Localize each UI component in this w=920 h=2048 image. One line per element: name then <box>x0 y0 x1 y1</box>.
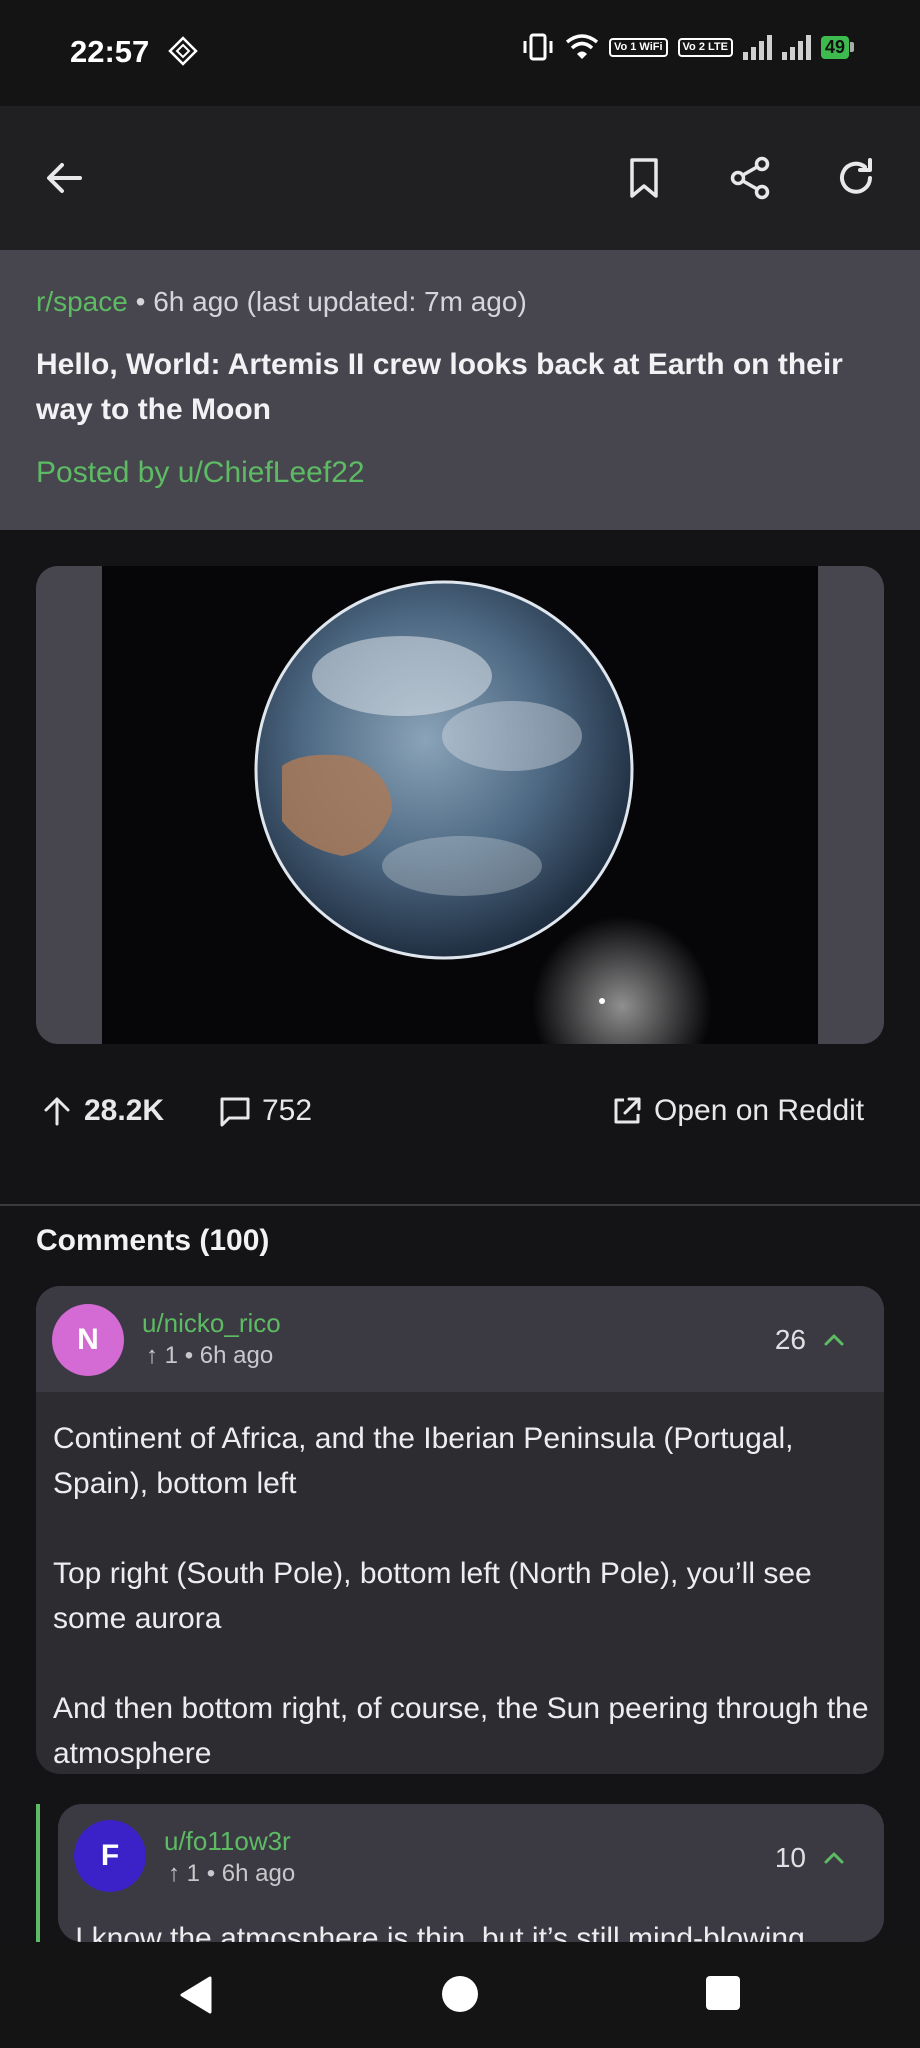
diamond-icon <box>168 36 198 66</box>
open-on-reddit-button[interactable]: Open on Reddit <box>610 1094 864 1128</box>
comment-meta: ↑ 1 • 6h ago <box>146 1342 274 1369</box>
collapse-chevron-icon[interactable] <box>822 1328 846 1352</box>
share-icon <box>730 156 770 200</box>
post-image-card[interactable] <box>36 566 884 1044</box>
collapse-chevron-icon[interactable] <box>822 1846 846 1870</box>
comment-paragraph: Continent of Africa, and the Iberian Pen… <box>53 1422 794 1500</box>
comment-paragraph: I know the atmosphere is thin, but it’s … <box>75 1922 805 1942</box>
thread-line <box>36 1804 40 1942</box>
upvote-count: 28.2K <box>84 1094 165 1127</box>
post-image[interactable] <box>102 566 818 1044</box>
external-link-icon <box>614 1097 641 1124</box>
signal-icon <box>781 34 811 60</box>
comment-header: F u/fo11ow3r ↑ 1 • 6h ago 10 I know the … <box>58 1804 884 1942</box>
refresh-button[interactable] <box>832 154 880 202</box>
wifi-icon <box>565 34 599 59</box>
comment-header: N u/nicko_rico ↑ 1 • 6h ago 26 <box>36 1286 884 1392</box>
comments-header: Comments (100) <box>36 1224 270 1257</box>
post-meta: r/space • 6h ago (last updated: 7m ago) <box>36 286 527 318</box>
avatar[interactable]: F <box>74 1820 146 1892</box>
battery-level: 49 <box>820 35 849 59</box>
nav-home-icon[interactable] <box>440 1974 480 2014</box>
nav-recents-icon[interactable] <box>704 1974 742 2012</box>
comment-card[interactable]: N u/nicko_rico ↑ 1 • 6h ago 26 Continent… <box>36 1286 884 1774</box>
post-actions: 28.2K 752 Open on Reddit <box>0 1080 920 1150</box>
share-button[interactable] <box>726 154 774 202</box>
comment-card[interactable]: F u/fo11ow3r ↑ 1 • 6h ago 10 I know the … <box>58 1804 884 1942</box>
back-arrow-icon <box>47 163 82 193</box>
status-icons: Vo 1 WiFi Vo 2 LTE 49 <box>521 32 854 62</box>
vibrate-icon <box>523 33 553 61</box>
comment-username[interactable]: u/fo11ow3r <box>164 1826 291 1857</box>
comment-count: 752 <box>262 1094 313 1127</box>
post-header: r/space • 6h ago (last updated: 7m ago) … <box>0 250 920 530</box>
comments-button[interactable]: 752 <box>218 1094 312 1128</box>
post-time: • 6h ago (last updated: 7m ago) <box>135 286 527 317</box>
sim1-badge: Vo 1 WiFi <box>608 37 668 57</box>
toolbar <box>0 106 920 250</box>
status-bar: 22:57 Vo 1 WiFi Vo 2 LTE 49 <box>0 0 920 106</box>
comment-score[interactable]: 26 <box>775 1324 846 1356</box>
post-author-link[interactable]: Posted by u/ChiefLeef22 <box>36 456 365 490</box>
divider <box>0 1204 920 1206</box>
arrow-up-icon: ↑ <box>146 1342 165 1369</box>
comment-paragraph: Top right (South Pole), bottom left (Nor… <box>53 1557 812 1635</box>
post-title: Hello, World: Artemis II crew looks back… <box>36 348 843 426</box>
bookmark-icon <box>630 158 658 198</box>
avatar[interactable]: N <box>52 1304 124 1376</box>
comment-meta: ↑ 1 • 6h ago <box>168 1860 296 1887</box>
comment-score-value: 10 <box>774 1842 806 1873</box>
bookmark-button[interactable] <box>620 154 668 202</box>
back-button[interactable] <box>40 154 88 202</box>
system-nav-bar <box>0 1942 920 2048</box>
comment-paragraph: And then bottom right, of course, the Su… <box>53 1692 869 1770</box>
sim2-badge: Vo 2 LTE <box>677 37 733 57</box>
earth-image <box>102 566 818 1044</box>
status-time: 22:57 <box>70 34 150 69</box>
arrow-up-icon: ↑ <box>168 1860 187 1887</box>
subreddit-link[interactable]: r/space <box>36 286 128 317</box>
nav-back-icon[interactable] <box>176 1974 216 2016</box>
comment-body: Continent of Africa, and the Iberian Pen… <box>53 1416 873 1774</box>
battery-icon: 49 <box>820 35 854 59</box>
comment-username[interactable]: u/nicko_rico <box>142 1308 281 1339</box>
open-on-reddit-label: Open on Reddit <box>654 1094 865 1127</box>
comment-icon <box>220 1097 250 1127</box>
arrow-up-icon <box>44 1097 70 1126</box>
comment-score[interactable]: 10 <box>775 1842 846 1874</box>
comment-score-value: 26 <box>774 1324 806 1355</box>
refresh-icon <box>840 158 872 194</box>
upvote-button[interactable]: 28.2K <box>40 1094 164 1128</box>
signal-icon <box>742 34 772 60</box>
